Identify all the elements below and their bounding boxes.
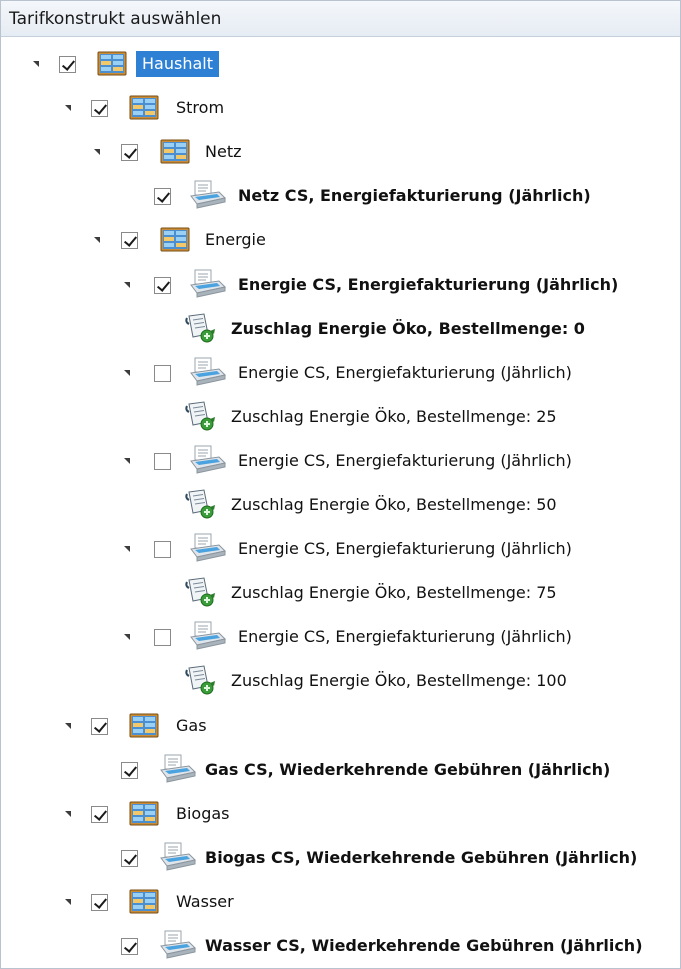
surcharge-scroll-icon (184, 400, 218, 436)
node-checkbox[interactable] (59, 56, 76, 73)
node-checkbox[interactable] (121, 232, 138, 250)
expand-arrow-icon[interactable] (33, 61, 39, 67)
surcharge-scroll-icon (184, 312, 218, 348)
tree-node-folder[interactable]: Netz (1, 130, 681, 174)
rate-document-icon (159, 842, 197, 876)
node-checkbox[interactable] (91, 893, 108, 911)
tree-node-label[interactable]: Energie CS, Energiefakturierung (Jährlic… (238, 360, 572, 386)
tariff-tree[interactable]: Haushalt Strom Netz Netz CS, Energiefakt… (1, 38, 681, 968)
panel-title: Tarifkonstrukt auswählen (1, 1, 680, 37)
rate-document-icon (189, 445, 227, 479)
node-checkbox[interactable] (121, 938, 138, 955)
tree-node-label[interactable]: Zuschlag Energie Öko, Bestellmenge: 75 (231, 580, 557, 606)
expand-arrow-icon[interactable] (124, 546, 130, 553)
surcharge-scroll-icon (184, 576, 218, 612)
node-checkbox[interactable] (91, 100, 108, 118)
tree-node-label[interactable]: Energie CS, Energiefakturierung (Jährlic… (238, 448, 572, 474)
folder-grid-icon (128, 711, 160, 743)
node-checkbox[interactable] (154, 629, 171, 647)
expand-arrow-icon[interactable] (124, 457, 130, 464)
node-checkbox[interactable] (154, 541, 171, 559)
rate-document-icon (189, 180, 227, 214)
tree-node-rate[interactable]: Energie CS, Energiefakturierung (Jährlic… (1, 439, 681, 483)
node-checkbox[interactable] (121, 849, 138, 867)
rate-document-icon (189, 621, 227, 655)
folder-grid-icon (128, 887, 160, 919)
tree-node-folder[interactable]: Wasser (1, 880, 681, 924)
tree-node-label[interactable]: Energie CS, Energiefakturierung (Jährlic… (238, 624, 572, 650)
rate-document-icon (189, 533, 227, 567)
rate-document-icon (159, 930, 197, 964)
folder-grid-icon (128, 93, 160, 125)
expand-arrow-icon[interactable] (65, 722, 71, 729)
node-checkbox[interactable] (154, 188, 171, 206)
tree-node-folder[interactable]: Energie (1, 218, 681, 262)
tree-node-folder[interactable]: Strom (1, 86, 681, 130)
node-checkbox[interactable] (154, 452, 171, 470)
tree-node-label[interactable]: Wasser (176, 889, 234, 915)
tree-node-rate[interactable]: Energie CS, Energiefakturierung (Jährlic… (1, 351, 681, 395)
tree-node-label[interactable]: Gas CS, Wiederkehrende Gebühren (Jährlic… (205, 757, 610, 783)
tree-node-label[interactable]: Gas (176, 713, 207, 739)
folder-grid-icon (128, 799, 160, 831)
tree-node-rate[interactable]: Netz CS, Energiefakturierung (Jährlich) (1, 174, 681, 218)
tree-node-surcharge[interactable]: Zuschlag Energie Öko, Bestellmenge: 50 (1, 483, 681, 527)
tree-node-label[interactable]: Netz CS, Energiefakturierung (Jährlich) (238, 183, 591, 209)
tree-node-label[interactable]: Biogas CS, Wiederkehrende Gebühren (Jähr… (205, 845, 637, 871)
rate-document-icon (159, 754, 197, 788)
tree-node-rate[interactable]: Wasser CS, Wiederkehrende Gebühren (Jähr… (1, 924, 681, 968)
tree-node-surcharge[interactable]: Zuschlag Energie Öko, Bestellmenge: 25 (1, 395, 681, 439)
tree-node-label[interactable]: Biogas (176, 801, 230, 827)
tree-node-surcharge[interactable]: Zuschlag Energie Öko, Bestellmenge: 75 (1, 571, 681, 615)
expand-arrow-icon[interactable] (124, 634, 130, 641)
tree-node-surcharge[interactable]: Zuschlag Energie Öko, Bestellmenge: 0 (1, 307, 681, 351)
node-checkbox[interactable] (154, 276, 171, 294)
expand-arrow-icon[interactable] (65, 898, 71, 905)
expand-arrow-icon[interactable] (65, 105, 71, 112)
node-checkbox[interactable] (121, 761, 138, 779)
folder-grid-icon (159, 137, 191, 169)
folder-grid-icon (159, 225, 191, 257)
expand-arrow-icon[interactable] (124, 281, 130, 288)
tree-node-label[interactable]: Zuschlag Energie Öko, Bestellmenge: 100 (231, 668, 567, 694)
rate-document-icon (189, 357, 227, 391)
node-checkbox[interactable] (154, 364, 171, 382)
tree-node-surcharge[interactable]: Zuschlag Energie Öko, Bestellmenge: 100 (1, 659, 681, 703)
tree-node-folder[interactable]: Gas (1, 704, 681, 748)
tree-node-rate[interactable]: Biogas CS, Wiederkehrende Gebühren (Jähr… (1, 836, 681, 880)
node-checkbox[interactable] (91, 717, 108, 735)
tree-node-label[interactable]: Wasser CS, Wiederkehrende Gebühren (Jähr… (205, 933, 643, 959)
tree-node-label[interactable]: Strom (176, 95, 224, 121)
node-checkbox[interactable] (91, 805, 108, 823)
tariff-tree-panel: Tarifkonstrukt auswählen Haushalt Strom … (0, 0, 681, 969)
tree-node-rate[interactable]: Energie CS, Energiefakturierung (Jährlic… (1, 615, 681, 659)
expand-arrow-icon[interactable] (124, 369, 130, 376)
rate-document-icon (189, 269, 227, 303)
tree-node-label[interactable]: Energie CS, Energiefakturierung (Jährlic… (238, 272, 618, 298)
tree-node-label[interactable]: Zuschlag Energie Öko, Bestellmenge: 50 (231, 492, 557, 518)
tree-node-rate[interactable]: Energie CS, Energiefakturierung (Jährlic… (1, 527, 681, 571)
folder-grid-icon (96, 49, 128, 81)
tree-node-label[interactable]: Energie CS, Energiefakturierung (Jährlic… (238, 536, 572, 562)
surcharge-scroll-icon (184, 664, 218, 700)
expand-arrow-icon[interactable] (94, 237, 100, 244)
tree-node-label[interactable]: Zuschlag Energie Öko, Bestellmenge: 25 (231, 404, 557, 430)
node-checkbox[interactable] (121, 144, 138, 162)
surcharge-scroll-icon (184, 488, 218, 524)
tree-node-label[interactable]: Haushalt (136, 51, 219, 77)
tree-node-folder[interactable]: Haushalt (1, 42, 681, 86)
tree-node-label[interactable]: Energie (205, 227, 266, 253)
tree-node-label[interactable]: Netz (205, 139, 241, 165)
tree-node-label[interactable]: Zuschlag Energie Öko, Bestellmenge: 0 (231, 316, 585, 342)
tree-node-rate[interactable]: Gas CS, Wiederkehrende Gebühren (Jährlic… (1, 748, 681, 792)
tree-node-rate[interactable]: Energie CS, Energiefakturierung (Jährlic… (1, 263, 681, 307)
tree-node-folder[interactable]: Biogas (1, 792, 681, 836)
expand-arrow-icon[interactable] (65, 810, 71, 817)
expand-arrow-icon[interactable] (94, 149, 100, 156)
